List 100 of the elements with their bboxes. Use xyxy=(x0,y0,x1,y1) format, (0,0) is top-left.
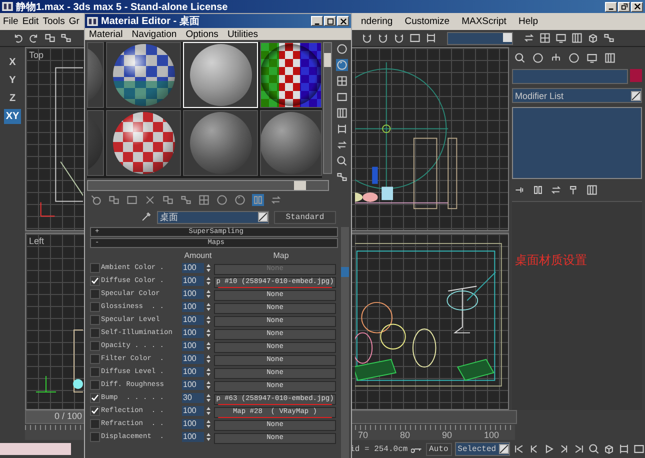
stripes-icon[interactable] xyxy=(604,52,616,64)
link-icon[interactable] xyxy=(108,194,120,206)
stripes-icon[interactable] xyxy=(571,32,583,44)
checkbox[interactable] xyxy=(90,288,100,298)
columns-icon[interactable] xyxy=(532,184,544,196)
spinner-icon[interactable] xyxy=(206,366,211,376)
spinner-icon[interactable] xyxy=(206,392,211,402)
redo-icon[interactable] xyxy=(28,32,40,44)
menu-item[interactable]: Edit xyxy=(22,16,39,27)
square-icon[interactable] xyxy=(336,91,348,103)
cube-icon[interactable] xyxy=(587,32,599,44)
swap-icon[interactable] xyxy=(270,194,282,206)
swap-icon[interactable] xyxy=(336,139,348,151)
minimize-button[interactable] xyxy=(311,16,323,26)
object-name-field[interactable] xyxy=(512,69,628,84)
nodes-icon[interactable] xyxy=(60,32,72,44)
checker-pattern-icon[interactable] xyxy=(198,194,210,206)
axis-constraint-button[interactable]: Y xyxy=(4,73,21,88)
amount-field[interactable]: 100 xyxy=(182,418,204,428)
nodes-icon[interactable] xyxy=(336,171,348,183)
amount-field[interactable]: 100 xyxy=(182,276,204,286)
checkbox[interactable] xyxy=(90,328,100,338)
frame-icon[interactable] xyxy=(618,443,630,455)
amount-field[interactable]: 100 xyxy=(182,328,204,338)
viewport-label[interactable]: Left xyxy=(29,236,44,246)
spinner-icon[interactable] xyxy=(206,288,211,298)
checkbox[interactable] xyxy=(90,380,100,390)
spinner-icon[interactable] xyxy=(206,302,211,312)
checkbox[interactable] xyxy=(90,354,100,364)
nodes-icon[interactable] xyxy=(603,32,615,44)
checkbox[interactable] xyxy=(90,406,100,416)
square-icon[interactable] xyxy=(633,443,645,455)
frame-icon[interactable] xyxy=(425,32,437,44)
stripes-icon[interactable] xyxy=(586,184,598,196)
object-color-swatch[interactable] xyxy=(630,69,642,82)
modifier-stack-list[interactable] xyxy=(512,107,642,179)
menu-item[interactable]: Customize xyxy=(404,16,450,27)
material-sample-slot[interactable] xyxy=(106,110,181,176)
checkbox[interactable] xyxy=(90,392,100,402)
amount-field[interactable]: 100 xyxy=(182,432,204,442)
checkbox[interactable] xyxy=(90,366,100,376)
magnet-icon[interactable] xyxy=(361,32,373,44)
monitor-icon[interactable] xyxy=(586,52,598,64)
link-icon[interactable] xyxy=(162,194,174,206)
close-button[interactable] xyxy=(631,2,643,12)
search-icon[interactable] xyxy=(336,155,348,167)
axis-constraint-button[interactable]: X xyxy=(4,55,21,70)
sphere-icon[interactable] xyxy=(336,59,348,71)
modifier-list-dropdown[interactable]: Modifier List xyxy=(512,88,642,103)
named-selection-field[interactable] xyxy=(447,32,513,44)
material-sample-slot[interactable] xyxy=(106,42,181,108)
auto-key-button[interactable]: Auto xyxy=(426,442,452,456)
monitor-icon[interactable] xyxy=(555,32,567,44)
spinner-icon[interactable] xyxy=(206,354,211,364)
spinner-icon[interactable] xyxy=(206,262,211,272)
eyedropper-icon[interactable] xyxy=(140,211,152,223)
delete-icon[interactable] xyxy=(144,194,156,206)
spinner-icon[interactable] xyxy=(206,328,211,338)
checkbox[interactable] xyxy=(90,302,100,312)
material-sample-slot[interactable] xyxy=(260,42,322,108)
key-filter-dropdown[interactable]: Selected xyxy=(454,442,510,456)
close-button[interactable] xyxy=(337,16,349,26)
amount-field[interactable]: 100 xyxy=(182,302,204,312)
checkbox[interactable] xyxy=(90,418,100,428)
spinner-icon[interactable] xyxy=(206,418,211,428)
magnet-icon[interactable] xyxy=(377,32,389,44)
horizontal-scrollbar[interactable] xyxy=(87,180,329,191)
restore-button[interactable] xyxy=(618,2,630,12)
vertical-scrollbar[interactable] xyxy=(323,42,332,174)
checker-pattern-icon[interactable] xyxy=(539,32,551,44)
menu-item[interactable]: Help xyxy=(518,16,538,27)
material-type-button[interactable]: Standard xyxy=(274,210,336,224)
menu-item[interactable]: Material xyxy=(89,28,123,40)
go-to-start-icon[interactable] xyxy=(513,443,525,455)
axis-constraint-button[interactable]: Z xyxy=(4,91,21,106)
checker-pattern-icon[interactable] xyxy=(336,75,348,87)
menu-item[interactable]: Options xyxy=(186,28,218,40)
material-name-dropdown[interactable]: 桌面 xyxy=(157,210,269,224)
amount-field[interactable]: 100 xyxy=(182,366,204,376)
amount-field[interactable]: 100 xyxy=(182,288,204,298)
amount-field[interactable]: 100 xyxy=(182,354,204,364)
spinner-icon[interactable] xyxy=(206,276,211,286)
spinner-icon[interactable] xyxy=(206,432,211,442)
amount-field[interactable]: 100 xyxy=(182,340,204,350)
menu-item[interactable]: Tools xyxy=(42,16,65,27)
menu-item[interactable]: ndering xyxy=(361,16,393,27)
time-slider-thumb[interactable]: 0 / 100 xyxy=(26,411,84,423)
undo-icon[interactable] xyxy=(12,32,24,44)
vertical-scrollbar[interactable] xyxy=(341,227,349,458)
sphere-icon[interactable] xyxy=(234,194,246,206)
amount-field[interactable]: 100 xyxy=(182,314,204,324)
checkbox[interactable] xyxy=(90,276,100,286)
maximize-button[interactable] xyxy=(324,16,336,26)
menu-item[interactable]: MAXScript xyxy=(462,16,506,27)
spinner-icon[interactable] xyxy=(206,340,211,350)
amount-field[interactable]: 100 xyxy=(182,406,204,416)
spinner-icon[interactable] xyxy=(206,314,211,324)
checkbox[interactable] xyxy=(90,340,100,350)
checkbox[interactable] xyxy=(90,314,100,324)
magnet-icon[interactable] xyxy=(393,32,405,44)
